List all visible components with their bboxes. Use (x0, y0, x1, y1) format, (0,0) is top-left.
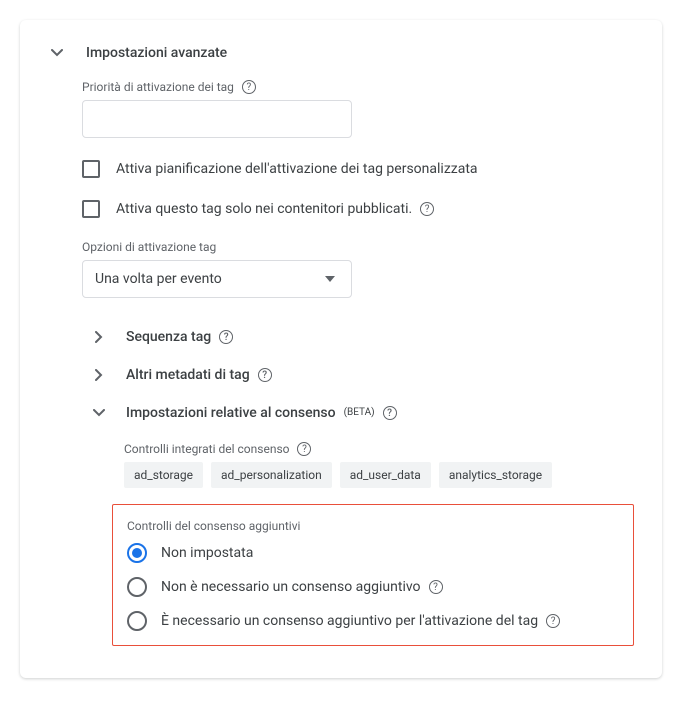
consent-option-none-row: Non è necessario un consenso aggiuntivo … (127, 577, 619, 597)
published-only-label-wrap: Attiva questo tag solo nei contenitori p… (116, 201, 434, 217)
consent-chip: ad_user_data (340, 462, 431, 488)
tag-sequencing-title: Sequenza tag (126, 329, 211, 345)
consent-option-not-set-radio[interactable] (127, 543, 147, 563)
priority-row: Priorità di attivazione dei tag ? (82, 80, 634, 138)
tag-metadata-title: Altri metadati di tag (126, 367, 250, 383)
help-icon[interactable]: ? (258, 368, 272, 382)
published-only-label: Attiva questo tag solo nei contenitori p… (116, 201, 412, 217)
tag-sequencing-title-wrap: Sequenza tag ? (126, 329, 233, 345)
custom-schedule-label: Attiva pianificazione dell'attivazione d… (116, 161, 478, 177)
advanced-settings-header[interactable]: Impostazioni avanzate (48, 44, 634, 62)
priority-label: Priorità di attivazione dei tag (82, 80, 234, 94)
custom-schedule-row: Attiva pianificazione dell'attivazione d… (82, 160, 634, 178)
firing-options-select[interactable]: Una volta per evento (82, 260, 352, 298)
firing-options-value: Una volta per evento (95, 271, 222, 287)
consent-chip: ad_personalization (211, 462, 332, 488)
consent-option-required-radio[interactable] (127, 611, 147, 631)
published-only-row: Attiva questo tag solo nei contenitori p… (82, 200, 634, 218)
consent-settings-title: Impostazioni relative al consenso (126, 405, 336, 421)
consent-settings-header[interactable]: Impostazioni relative al consenso (BETA)… (90, 404, 634, 422)
advanced-settings-body: Priorità di attivazione dei tag ? Attiva… (82, 80, 634, 646)
consent-option-required-row: È necessario un consenso aggiuntivo per … (127, 611, 619, 631)
help-icon[interactable]: ? (420, 202, 434, 216)
dropdown-caret-icon (321, 270, 339, 288)
chevron-right-icon (90, 328, 108, 346)
builtin-consent-label: Controlli integrati del consenso (124, 442, 289, 456)
consent-option-none-label-wrap: Non è necessario un consenso aggiuntivo … (161, 579, 443, 595)
firing-options-label: Opzioni di attivazione tag (82, 240, 634, 254)
tag-sequencing-header[interactable]: Sequenza tag ? (90, 328, 634, 346)
consent-beta-badge: (BETA) (344, 407, 375, 418)
builtin-consent-chips: ad_storage ad_personalization ad_user_da… (124, 462, 634, 488)
published-only-checkbox[interactable] (82, 200, 100, 218)
additional-consent-label: Controlli del consenso aggiuntivi (127, 519, 619, 533)
additional-consent-box: Controlli del consenso aggiuntivi Non im… (112, 504, 634, 646)
priority-label-row: Priorità di attivazione dei tag ? (82, 80, 634, 94)
chevron-down-icon (48, 44, 66, 62)
section-title: Impostazioni avanzate (86, 45, 227, 61)
consent-option-not-set-label: Non impostata (161, 545, 253, 561)
chevron-right-icon (90, 366, 108, 384)
consent-option-required-label-wrap: È necessario un consenso aggiuntivo per … (161, 613, 560, 629)
help-icon[interactable]: ? (546, 614, 560, 628)
consent-option-required-label: È necessario un consenso aggiuntivo per … (161, 613, 538, 629)
consent-option-none-radio[interactable] (127, 577, 147, 597)
help-icon[interactable]: ? (383, 406, 397, 420)
custom-schedule-checkbox[interactable] (82, 160, 100, 178)
help-icon[interactable]: ? (242, 80, 256, 94)
consent-option-none-label: Non è necessario un consenso aggiuntivo (161, 579, 421, 595)
help-icon[interactable]: ? (297, 442, 311, 456)
advanced-settings-card: Impostazioni avanzate Priorità di attiva… (20, 20, 662, 678)
consent-chip: analytics_storage (439, 462, 552, 488)
consent-body: Controlli integrati del consenso ? ad_st… (124, 442, 634, 488)
tag-metadata-header[interactable]: Altri metadati di tag ? (90, 366, 634, 384)
priority-input[interactable] (82, 100, 352, 138)
consent-settings-title-wrap: Impostazioni relative al consenso (BETA)… (126, 405, 397, 421)
builtin-consent-label-row: Controlli integrati del consenso ? (124, 442, 634, 456)
firing-options-row: Opzioni di attivazione tag Una volta per… (82, 240, 634, 298)
consent-option-not-set-row: Non impostata (127, 543, 619, 563)
chevron-down-icon (90, 404, 108, 422)
tag-metadata-title-wrap: Altri metadati di tag ? (126, 367, 272, 383)
consent-chip: ad_storage (124, 462, 203, 488)
help-icon[interactable]: ? (219, 330, 233, 344)
help-icon[interactable]: ? (429, 580, 443, 594)
